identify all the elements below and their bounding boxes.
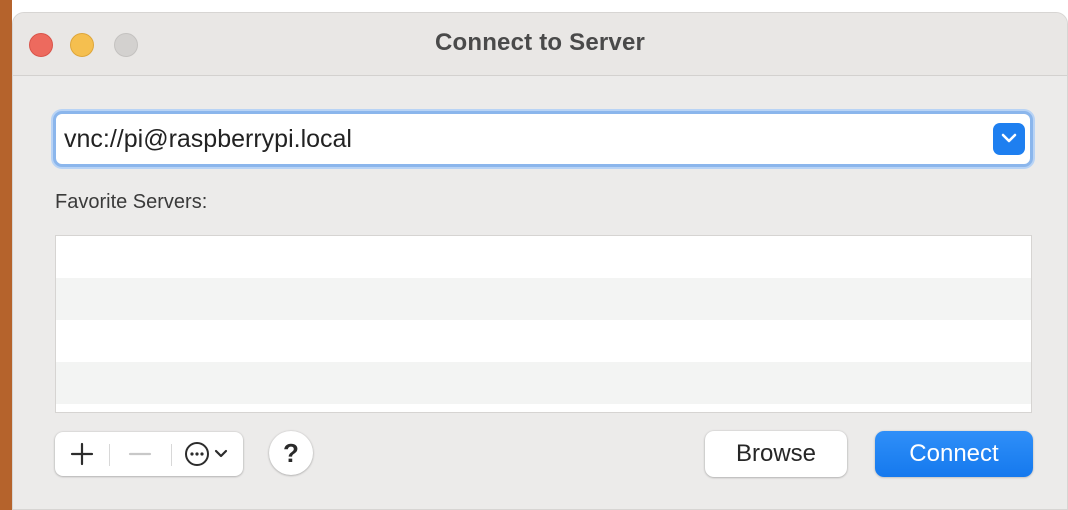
favorite-servers-list[interactable] bbox=[55, 235, 1032, 413]
plus-icon bbox=[70, 442, 94, 466]
browse-button[interactable]: Browse bbox=[705, 431, 847, 477]
list-row bbox=[56, 404, 1031, 412]
add-favorite-button[interactable] bbox=[55, 432, 109, 476]
recent-servers-dropdown-button[interactable] bbox=[993, 123, 1025, 155]
connect-button[interactable]: Connect bbox=[875, 431, 1033, 477]
minus-icon bbox=[128, 452, 152, 456]
favorites-segmented-control bbox=[55, 432, 243, 476]
ellipsis-circle-icon bbox=[185, 442, 228, 466]
server-address-input[interactable] bbox=[64, 122, 964, 156]
list-row bbox=[56, 236, 1031, 278]
remove-favorite-button[interactable] bbox=[109, 432, 171, 476]
title-bar: Connect to Server bbox=[13, 13, 1067, 76]
connect-to-server-window: Connect to Server Favorite Servers: bbox=[12, 12, 1068, 510]
favorite-servers-label: Favorite Servers: bbox=[55, 191, 208, 213]
list-row bbox=[56, 320, 1031, 362]
more-actions-menu-button[interactable] bbox=[171, 432, 243, 476]
window-title: Connect to Server bbox=[434, 29, 646, 56]
list-row bbox=[56, 278, 1031, 320]
list-row bbox=[56, 362, 1031, 404]
chevron-down-icon bbox=[1001, 133, 1017, 143]
server-address-combobox[interactable] bbox=[53, 111, 1033, 167]
help-button[interactable]: ? bbox=[269, 431, 313, 475]
